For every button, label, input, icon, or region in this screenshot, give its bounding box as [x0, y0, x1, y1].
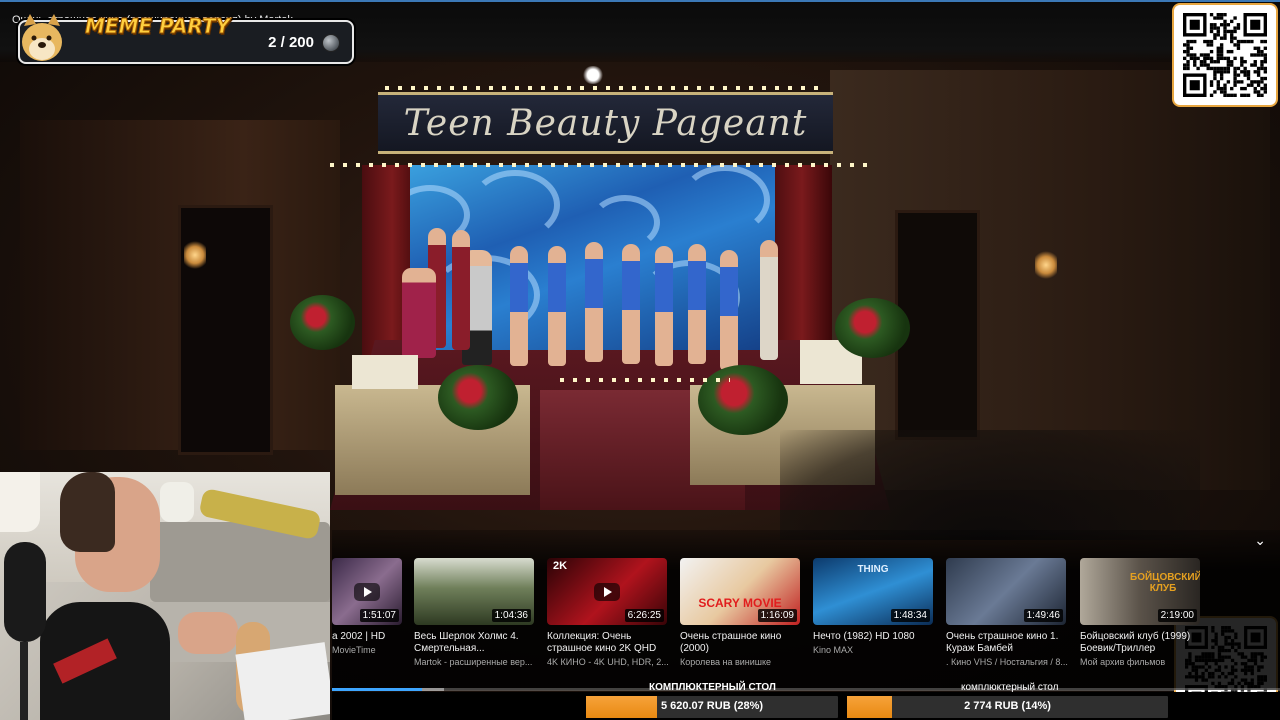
webcam-shelf: [0, 472, 40, 532]
scene-bulbs: [560, 378, 730, 382]
thumbnail-caption: THING: [857, 564, 889, 575]
recommendation-card[interactable]: БОЙЦОВСКИЙ КЛУБ 2:19:00 Бойцовский клуб (1…: [1080, 558, 1202, 667]
recommendation-channel[interactable]: 4K КИНО - 4K UHD, HDR, 2...: [547, 657, 669, 667]
pageant-banner: Teen Beauty Pageant: [378, 92, 833, 154]
video-duration: 1:16:09: [757, 609, 797, 622]
recommendation-title[interactable]: a 2002 | HD: [332, 631, 402, 643]
scene-bulbs: [330, 163, 870, 167]
scene-contestant: [760, 240, 778, 360]
play-icon[interactable]: [594, 582, 620, 601]
scene-contestant: [622, 244, 640, 364]
recommendation-title[interactable]: Нечто (1982) HD 1080: [813, 631, 935, 643]
recommendation-card[interactable]: 1:49:46 Очень страшное кино 1. Кураж Бамб…: [946, 558, 1068, 667]
scene-contestant: [688, 244, 706, 364]
donation-goal-text: 2 774 RUB (14%): [964, 700, 1051, 712]
recommendation-card[interactable]: 2K 6:26:25 Коллекция: Очень страшное кино …: [547, 558, 669, 667]
microphone-stand: [20, 642, 28, 720]
recommendation-channel[interactable]: Мой архив фильмов: [1080, 657, 1202, 667]
scene-contestant: [548, 246, 566, 366]
scene-flowers: [438, 365, 518, 430]
video-duration: 6:26:25: [624, 609, 664, 622]
video-duration: 1:49:46: [1023, 609, 1063, 622]
donation-goal-bar: 2 774 RUB (14%): [847, 696, 1168, 718]
recommendation-channel[interactable]: Kino MAX: [813, 645, 935, 655]
recommendation-thumbnail[interactable]: 2K 6:26:25: [547, 558, 667, 625]
webcam-plush-toy: [160, 482, 194, 522]
scene-lamp-right: [1035, 250, 1057, 280]
qr-pattern: [1183, 13, 1267, 97]
pageant-banner-text: Teen Beauty Pageant: [403, 102, 808, 144]
meme-party-widget: MEME PARTY 2 / 200: [18, 14, 354, 64]
recommendation-channel[interactable]: MovieTime: [332, 645, 402, 655]
recommendation-card[interactable]: 1:51:07 a 2002 | HD MovieTime: [332, 558, 402, 655]
video-duration: 1:48:34: [890, 609, 930, 622]
meme-party-count: 2 / 200: [268, 34, 314, 51]
scene-flowers: [290, 295, 355, 350]
recommendation-title[interactable]: Очень страшное кино (2000): [680, 631, 802, 655]
recommendation-title[interactable]: Бойцовский клуб (1999) Боевик/Триллер: [1080, 631, 1202, 655]
microphone-icon: [4, 542, 46, 642]
recommendation-thumbnail[interactable]: БОЙЦОВСКИЙ КЛУБ 2:19:00: [1080, 558, 1200, 625]
donation-goal-text: 5 620.07 RUB (28%): [660, 700, 764, 712]
webcam-person-hair: [60, 472, 115, 552]
video-duration: 2:19:00: [1157, 609, 1197, 622]
recommendation-title[interactable]: Коллекция: Очень страшное кино 2K QHD: [547, 631, 669, 655]
webcam-overlay: [0, 472, 330, 720]
play-icon[interactable]: [354, 582, 380, 601]
scene-contestant: [655, 246, 673, 366]
doge-icon: [22, 14, 62, 61]
video-duration: 1:04:36: [491, 609, 531, 622]
webcam-person-hand: [178, 612, 238, 654]
qr-code-icon: [1174, 5, 1276, 105]
seek-bar[interactable]: [332, 688, 1280, 691]
recommendation-title[interactable]: Очень страшное кино 1. Кураж Бамбей: [946, 631, 1068, 655]
goal-label: комплюктерный стол: [961, 682, 1059, 693]
scene-contestant: [452, 230, 470, 350]
recommendation-thumbnail[interactable]: THING 1:48:34: [813, 558, 933, 625]
scene-lamp-left: [184, 240, 206, 270]
scene-bulbs: [385, 86, 825, 90]
thumbnail-caption: 2K: [553, 560, 568, 572]
recommendation-thumbnail[interactable]: 1:49:46: [946, 558, 1066, 625]
video-duration: 1:51:07: [359, 609, 399, 622]
recommendation-thumbnail[interactable]: SCARY MOVIE 1:16:09: [680, 558, 800, 625]
recommendation-card[interactable]: 1:04:36 Весь Шерлок Холмс 4. Смертельная.…: [414, 558, 536, 667]
goal-label: КОМПЛЮКТЕРНЫЙ СТОЛ: [649, 682, 776, 693]
seek-progress: [332, 688, 423, 691]
recommendation-channel[interactable]: . Кино VHS / Ностальгия / 8...: [946, 657, 1068, 667]
scene-contestant: [510, 246, 528, 366]
recommendation-thumbnail[interactable]: 1:04:36: [414, 558, 534, 625]
meme-party-title: MEME PARTY: [84, 14, 231, 39]
scene-contestant: [402, 268, 436, 358]
scene-audience: [780, 430, 1200, 540]
scene-spotlight: [582, 66, 604, 84]
recommendation-card[interactable]: THING 1:48:34 Нечто (1982) HD 1080 Kino MAX: [813, 558, 935, 655]
scene-contestant: [720, 250, 738, 370]
chevron-down-icon[interactable]: ⌄: [1254, 532, 1266, 549]
scene-flowers: [835, 298, 910, 358]
thumbnail-caption: SCARY MOVIE: [698, 596, 782, 610]
recommendation-channel[interactable]: Martok - расширенные вер...: [414, 657, 536, 667]
recommendation-thumbnail[interactable]: 1:51:07: [332, 558, 402, 625]
thumbnail-caption: БОЙЦОВСКИЙ КЛУБ: [1130, 572, 1200, 594]
coin-icon: [322, 34, 340, 52]
window-top-border: [0, 0, 1280, 2]
scene-flowers: [698, 365, 788, 435]
scene-contestant: [585, 242, 603, 362]
scene-podium-left: [352, 355, 418, 389]
webcam-paper: [235, 642, 330, 720]
recommendation-channel[interactable]: Королева на винишке: [680, 657, 802, 667]
recommendation-card[interactable]: SCARY MOVIE 1:16:09 Очень страшное кино (2…: [680, 558, 802, 667]
recommendation-title[interactable]: Весь Шерлок Холмс 4. Смертельная...: [414, 631, 536, 655]
donation-goal-bar: 5 620.07 RUB (28%): [586, 696, 838, 718]
